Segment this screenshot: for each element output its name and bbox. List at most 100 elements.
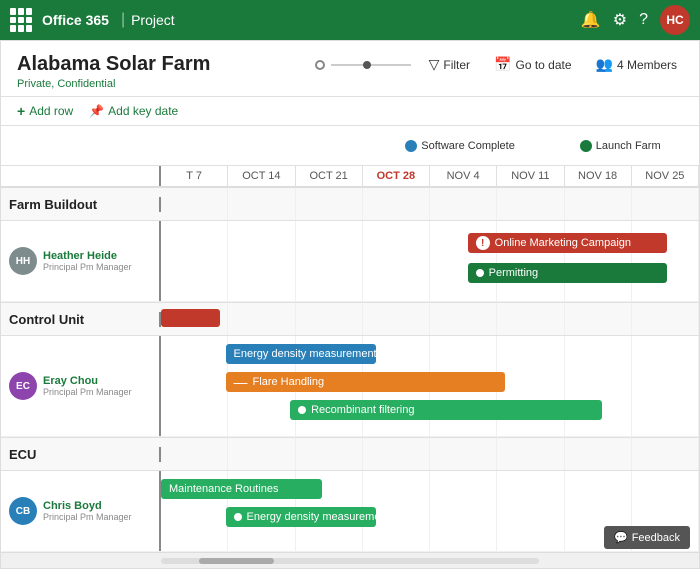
person-label-eray: EC Eray Chou Principal Pm Manager — [1, 336, 161, 436]
grid-lines-control-header — [161, 303, 699, 335]
nav-icons: 🔔 ⚙ ? HC — [581, 5, 690, 35]
settings-icon[interactable]: ⚙ — [613, 10, 627, 30]
milestone-row: Software Complete Launch Farm — [1, 126, 699, 166]
person-role-eray: Principal Pm Manager — [43, 387, 132, 397]
task-bar-area-heather: ! Online Marketing Campaign Permitting — [161, 221, 699, 301]
task-permitting[interactable]: Permitting — [468, 263, 667, 283]
toolbar-right: ▽ Filter 📅 Go to date 👥 4 Members — [315, 53, 683, 76]
exclaim-icon: ! — [476, 236, 490, 250]
avatar-heather: HH — [9, 247, 37, 275]
avatar-eray: EC — [9, 372, 37, 400]
milestone-label-software: Software Complete — [421, 140, 515, 152]
person-row-heather: HH Heather Heide Principal Pm Manager — [1, 221, 699, 302]
section-name-control: Control Unit — [1, 312, 161, 327]
dot-icon-recombinant — [298, 406, 306, 414]
calendar-icon: 📅 — [494, 56, 511, 73]
avatar-chris: CB — [9, 497, 37, 525]
grid-lines-ecu-header — [161, 438, 699, 470]
feedback-button[interactable]: 💬 Feedback — [604, 526, 690, 549]
section-bar-area-ecu — [161, 438, 699, 470]
section-bar-area-control — [161, 303, 699, 335]
zoom-control[interactable] — [315, 60, 411, 70]
section-bar-area-farm — [161, 188, 699, 220]
nav-separator: | — [121, 11, 125, 29]
user-avatar[interactable]: HC — [660, 5, 690, 35]
section-farm-buildout: Farm Buildout HH Heather — [1, 188, 699, 303]
task-online-marketing[interactable]: ! Online Marketing Campaign — [468, 233, 667, 253]
gantt-body: Farm Buildout HH Heather — [1, 188, 699, 552]
date-nov25: NOV 25 — [632, 166, 699, 186]
section-ecu: ECU CB Chris Boyd — [1, 438, 699, 552]
add-key-date-button[interactable]: 📌 Add key date — [89, 104, 178, 118]
task-maintenance[interactable]: Maintenance Routines — [161, 479, 322, 499]
help-icon[interactable]: ? — [639, 11, 648, 29]
zoom-slider[interactable] — [331, 64, 411, 66]
section-bar-control — [161, 309, 220, 327]
person-info-eray: Eray Chou Principal Pm Manager — [43, 375, 132, 397]
section-header-control: Control Unit — [1, 303, 699, 336]
section-name-ecu: ECU — [1, 447, 161, 462]
section-header-ecu: ECU — [1, 438, 699, 471]
members-icon: 👥 — [596, 56, 613, 73]
task-recombinant[interactable]: Recombinant filtering — [290, 400, 602, 420]
section-name-farm: Farm Buildout — [1, 197, 161, 212]
person-label-heather: HH Heather Heide Principal Pm Manager — [1, 221, 161, 301]
filter-button[interactable]: ▽ Filter — [423, 53, 476, 76]
task-flare-handling[interactable]: — Flare Handling — [226, 372, 506, 392]
person-row-chris: CB Chris Boyd Principal Pm Manager — [1, 471, 699, 552]
person-name-eray[interactable]: Eray Chou — [43, 375, 132, 387]
date-cells: T 7 OCT 14 OCT 21 OCT 28 NOV 4 NOV 11 NO… — [161, 166, 699, 186]
zoom-dot — [315, 60, 325, 70]
go-to-date-button[interactable]: 📅 Go to date — [488, 53, 577, 76]
plus-icon: + — [17, 103, 25, 119]
task-bar-area-eray: Energy density measurement — Flare Handl… — [161, 336, 699, 436]
project-subtitle: Private, Confidential — [17, 78, 210, 90]
person-label-chris: CB Chris Boyd Principal Pm Manager — [1, 471, 161, 551]
gantt-area: Software Complete Launch Farm T 7 OCT 14… — [1, 126, 699, 568]
person-role-chris: Principal Pm Manager — [43, 512, 132, 522]
grid-icon[interactable] — [10, 8, 34, 32]
scroll-area[interactable] — [1, 552, 699, 568]
milestone-dot-blue — [405, 140, 417, 152]
app-name[interactable]: Office 365 — [42, 12, 109, 28]
project-title: Alabama Solar Farm — [17, 53, 210, 76]
milestone-label-launch: Launch Farm — [596, 140, 661, 152]
task-energy-density-ecu[interactable]: Energy density measurement — [226, 507, 377, 527]
dash-icon: — — [234, 374, 248, 390]
key-date-icon: 📌 — [89, 104, 104, 118]
scrollbar-track[interactable] — [161, 558, 539, 564]
date-t7: T 7 — [161, 166, 228, 186]
action-row: + Add row 📌 Add key date — [1, 97, 699, 126]
date-nov4: NOV 4 — [430, 166, 497, 186]
date-nov18: NOV 18 — [565, 166, 632, 186]
add-row-button[interactable]: + Add row — [17, 103, 73, 119]
date-oct14: OCT 14 — [228, 166, 295, 186]
date-oct28: OCT 28 — [363, 166, 430, 186]
section-header-farm: Farm Buildout — [1, 188, 699, 221]
main-content: Alabama Solar Farm Private, Confidential… — [0, 40, 700, 569]
person-info-chris: Chris Boyd Principal Pm Manager — [43, 500, 132, 522]
person-info-heather: Heather Heide Principal Pm Manager — [43, 250, 132, 272]
grid-lines — [161, 188, 699, 220]
notification-icon[interactable]: 🔔 — [581, 10, 601, 30]
dot-icon — [476, 269, 484, 277]
members-button[interactable]: 👥 4 Members — [590, 53, 683, 76]
row-label-header — [1, 166, 161, 186]
task-energy-density-control[interactable]: Energy density measurement — [226, 344, 377, 364]
person-row-eray: EC Eray Chou Principal Pm Manager — [1, 336, 699, 437]
project-header: Alabama Solar Farm Private, Confidential… — [1, 41, 699, 97]
date-header: T 7 OCT 14 OCT 21 OCT 28 NOV 4 NOV 11 NO… — [1, 166, 699, 188]
section-control-unit: Control Unit EC — [1, 303, 699, 438]
person-name-heather[interactable]: Heather Heide — [43, 250, 132, 262]
milestone-software-complete: Software Complete — [405, 140, 515, 152]
nav-project-label[interactable]: Project — [131, 12, 175, 28]
milestone-dot-green — [580, 140, 592, 152]
date-oct21: OCT 21 — [296, 166, 363, 186]
person-name-chris[interactable]: Chris Boyd — [43, 500, 132, 512]
date-nov11: NOV 11 — [497, 166, 564, 186]
scrollbar-thumb[interactable] — [199, 558, 275, 564]
person-role-heather: Principal Pm Manager — [43, 262, 132, 272]
feedback-icon: 💬 — [614, 531, 628, 544]
dot-icon-ecu — [234, 513, 242, 521]
milestone-launch-farm: Launch Farm — [580, 140, 661, 152]
